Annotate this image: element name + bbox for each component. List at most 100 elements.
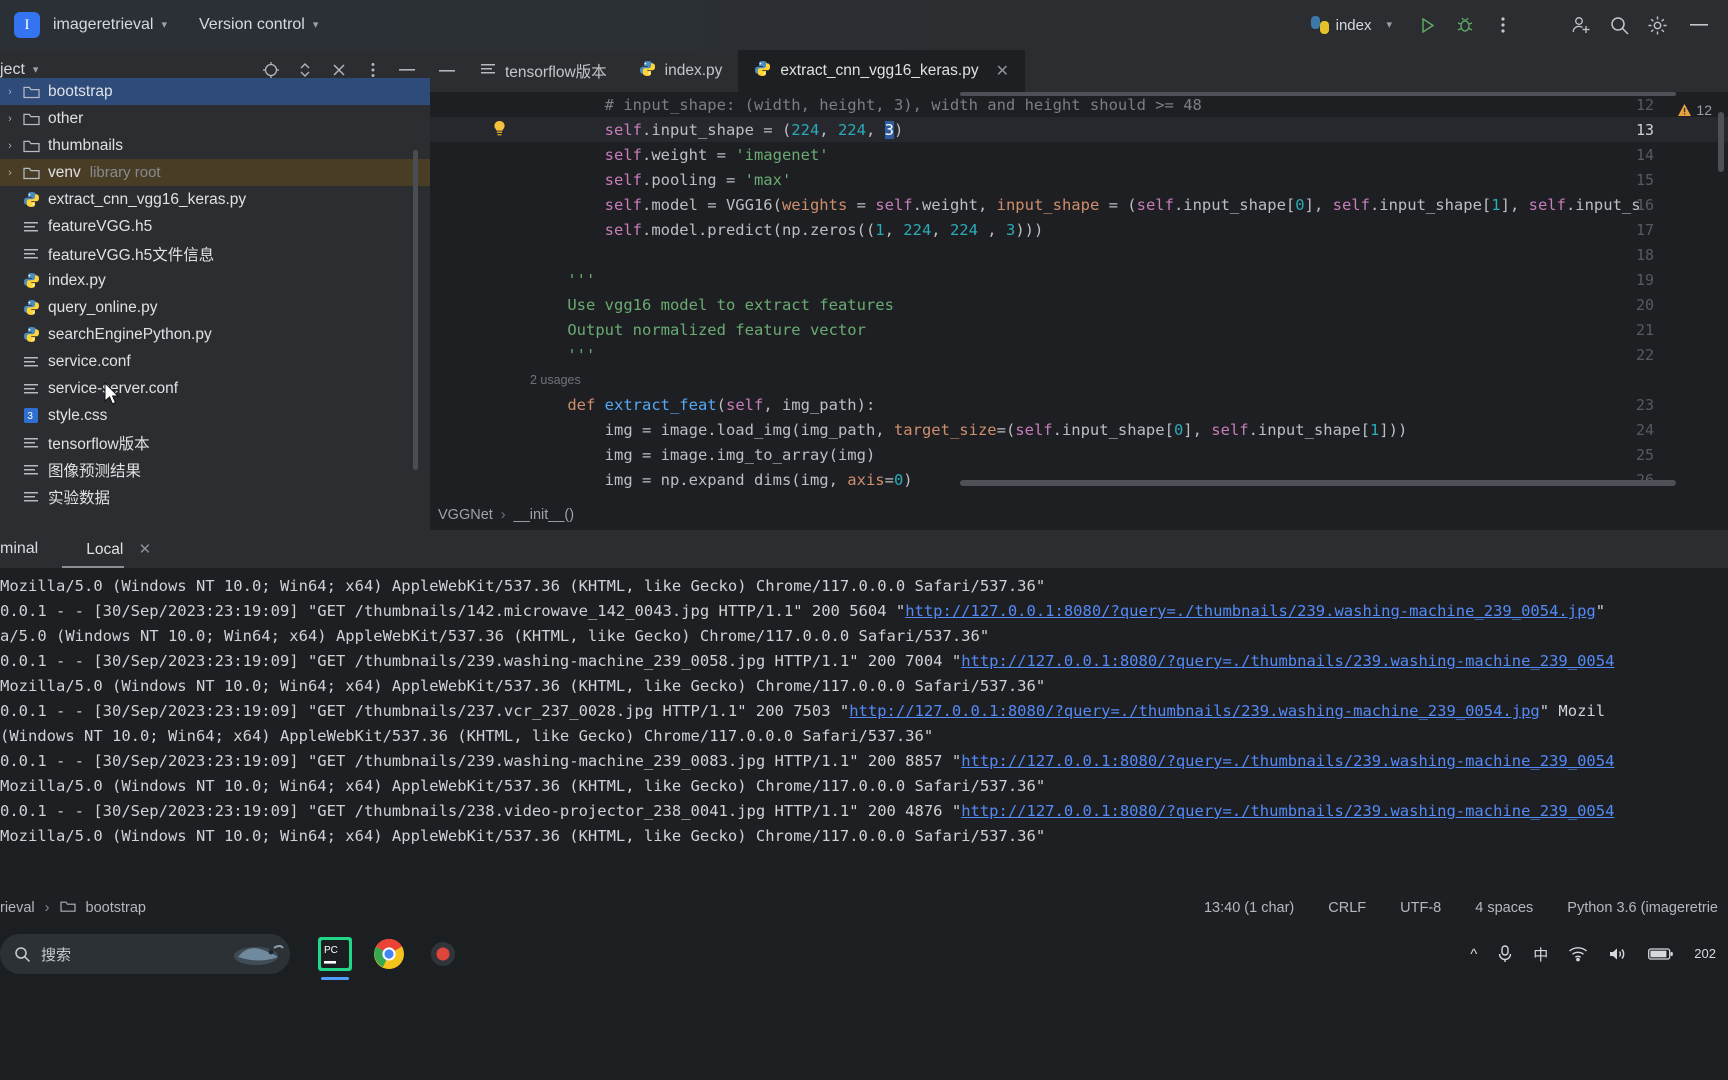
tree-item[interactable]: › venv library root xyxy=(0,159,430,186)
tree-item[interactable]: › index.py xyxy=(0,267,430,294)
python-interpreter[interactable]: Python 3.6 (imageretrie xyxy=(1567,900,1718,916)
minimize-button[interactable] xyxy=(1676,0,1722,50)
line-number: 12 xyxy=(1635,96,1654,114)
line-number: 23 xyxy=(1635,396,1654,414)
tree-item[interactable]: › tensorflow版本 xyxy=(0,429,430,456)
terminal-session-tab[interactable]: Local ✕ xyxy=(86,540,151,559)
tree-indent: › xyxy=(0,356,20,368)
status-breadcrumb: rieval › bootstrap xyxy=(0,900,146,917)
tree-item[interactable]: › query_online.py xyxy=(0,294,430,321)
indent-setting[interactable]: 4 spaces xyxy=(1475,900,1533,916)
terminal-link[interactable]: http://127.0.0.1:8080/?query=./thumbnail… xyxy=(905,602,1596,620)
run-configuration-selector[interactable]: index ▾ xyxy=(1310,16,1392,34)
terminal-link[interactable]: http://127.0.0.1:8080/?query=./thumbnail… xyxy=(961,752,1614,770)
search-icon[interactable] xyxy=(1600,6,1638,44)
editor-tab-label: extract_cnn_vgg16_keras.py xyxy=(780,62,979,79)
tree-item[interactable]: › 图像预测结果 xyxy=(0,456,430,483)
ime-indicator[interactable]: 中 xyxy=(1533,944,1548,965)
line-number: 17 xyxy=(1635,221,1654,239)
tree-item[interactable]: › thumbnails xyxy=(0,132,430,159)
tree-item-label: thumbnails xyxy=(48,136,123,154)
debug-icon[interactable] xyxy=(1446,6,1484,44)
tree-item[interactable]: › featureVGG.h5 xyxy=(0,213,430,240)
line-separator[interactable]: CRLF xyxy=(1328,900,1366,916)
editor-tab[interactable]: extract_cnn_vgg16_keras.py ✕ xyxy=(738,50,1025,92)
file-encoding[interactable]: UTF-8 xyxy=(1400,900,1441,916)
tree-indent: › xyxy=(0,221,20,233)
volume-icon[interactable] xyxy=(1608,946,1628,962)
code-line: # input_shape: (width, height, 3), width… xyxy=(530,96,1202,114)
title-bar: I imageretrieval ▾ Version control ▾ ind… xyxy=(0,0,1728,50)
terminal-line: 0.0.1 - - [30/Sep/2023:23:19:09] "GET /t… xyxy=(0,702,1606,720)
terminal-link[interactable]: http://127.0.0.1:8080/?query=./thumbnail… xyxy=(849,702,1540,720)
tree-item[interactable]: › other xyxy=(0,105,430,132)
chevron-right-icon[interactable]: › xyxy=(0,140,20,152)
intention-bulb-icon[interactable] xyxy=(492,120,507,142)
tree-item[interactable]: › service.conf xyxy=(0,348,430,375)
taskbar-app-pycharm[interactable]: PC xyxy=(308,926,362,982)
close-icon[interactable]: ✕ xyxy=(139,541,152,558)
tree-item[interactable]: › extract_cnn_vgg16_keras.py xyxy=(0,186,430,213)
project-name-menu[interactable]: imageretrieval ▾ xyxy=(40,16,167,34)
version-control-menu[interactable]: Version control ▾ xyxy=(167,16,318,34)
run-icon[interactable] xyxy=(1408,6,1446,44)
editor-horizontal-scrollbar[interactable] xyxy=(960,480,1676,486)
css-file-icon: 3 xyxy=(24,408,38,423)
code-editor[interactable]: 12 # input_shape: (width, height, 3), wi… xyxy=(430,92,1728,488)
chevron-right-icon[interactable]: › xyxy=(0,86,20,98)
tree-item[interactable]: › searchEnginePython.py xyxy=(0,321,430,348)
terminal-line: Mozilla/5.0 (Windows NT 10.0; Win64; x64… xyxy=(0,677,1046,695)
status-folder-name[interactable]: bootstrap xyxy=(86,900,146,916)
chevron-right-icon[interactable]: › xyxy=(0,167,20,179)
add-user-icon[interactable] xyxy=(1562,6,1600,44)
terminal-header: minal Local ✕ xyxy=(0,530,1728,568)
text-file-icon xyxy=(24,437,38,447)
terminal-link[interactable]: http://127.0.0.1:8080/?query=./thumbnail… xyxy=(961,802,1614,820)
terminal-link[interactable]: http://127.0.0.1:8080/?query=./thumbnail… xyxy=(961,652,1614,670)
chevron-down-icon: ▾ xyxy=(312,18,319,31)
tree-item[interactable]: ›service-server.conf xyxy=(0,375,430,402)
tree-item[interactable]: › bootstrap xyxy=(0,78,430,105)
settings-gear-icon[interactable] xyxy=(1638,6,1676,44)
folder-icon xyxy=(22,113,40,125)
editor-tab-label: tensorflow版本 xyxy=(505,64,607,81)
tree-item[interactable]: › 实验数据 xyxy=(0,483,430,510)
chevron-down-icon[interactable]: ▾ xyxy=(33,63,39,76)
tree-indent: › xyxy=(0,437,20,449)
tree-item[interactable]: › featureVGG.h5文件信息 xyxy=(0,240,430,267)
more-actions-icon[interactable] xyxy=(1484,6,1522,44)
code-line: Output normalized feature vector xyxy=(530,321,866,339)
line-number: 18 xyxy=(1635,246,1654,264)
tree-item[interactable]: › 3 style.css xyxy=(0,402,430,429)
caret-position[interactable]: 13:40 (1 char) xyxy=(1204,900,1294,916)
line-number: 25 xyxy=(1635,446,1654,464)
tabs-collapse-icon[interactable] xyxy=(430,70,464,72)
taskbar-search-box[interactable]: 搜索 xyxy=(0,934,290,974)
terminal-title: minal xyxy=(0,540,39,557)
sidebar-scrollbar[interactable] xyxy=(413,150,418,470)
inspection-warning-badge[interactable]: 12 xyxy=(1677,102,1712,118)
usages-hint[interactable]: 2 usages xyxy=(530,373,581,387)
editor-tab[interactable]: index.py xyxy=(623,50,739,92)
status-bar-right: 13:40 (1 char) CRLF UTF-8 4 spaces Pytho… xyxy=(1204,900,1728,916)
close-icon[interactable]: ✕ xyxy=(996,61,1009,81)
line-number: 13 xyxy=(1635,121,1654,139)
terminal-line: 0.0.1 - - [30/Sep/2023:23:19:09] "GET /t… xyxy=(0,602,1606,620)
chevron-up-icon[interactable]: ^ xyxy=(1470,946,1477,963)
editor-tab[interactable]: tensorflow版本 xyxy=(464,50,623,92)
terminal-tool-window: minal Local ✕ Mozilla/5.0 (Windows NT 10… xyxy=(0,530,1728,890)
taskbar-app-recorder[interactable] xyxy=(416,926,470,982)
taskbar-app-chrome[interactable] xyxy=(362,926,416,982)
python-file-icon xyxy=(23,327,39,342)
breadcrumb-item[interactable]: __init__() xyxy=(514,507,574,523)
microphone-icon[interactable] xyxy=(1497,944,1513,964)
wifi-icon[interactable] xyxy=(1568,946,1588,962)
taskbar-clock[interactable]: 202 xyxy=(1694,946,1716,962)
tree-indent: › xyxy=(0,383,20,395)
editor-vertical-scrollbar[interactable] xyxy=(1718,112,1724,172)
battery-icon[interactable] xyxy=(1648,947,1674,961)
chevron-right-icon[interactable]: › xyxy=(0,113,20,125)
terminal-output[interactable]: Mozilla/5.0 (Windows NT 10.0; Win64; x64… xyxy=(0,568,1728,890)
project-file-tree[interactable]: › bootstrap › other › thumbnails › venv library … xyxy=(0,78,430,510)
breadcrumb-item[interactable]: VGGNet xyxy=(438,507,493,523)
